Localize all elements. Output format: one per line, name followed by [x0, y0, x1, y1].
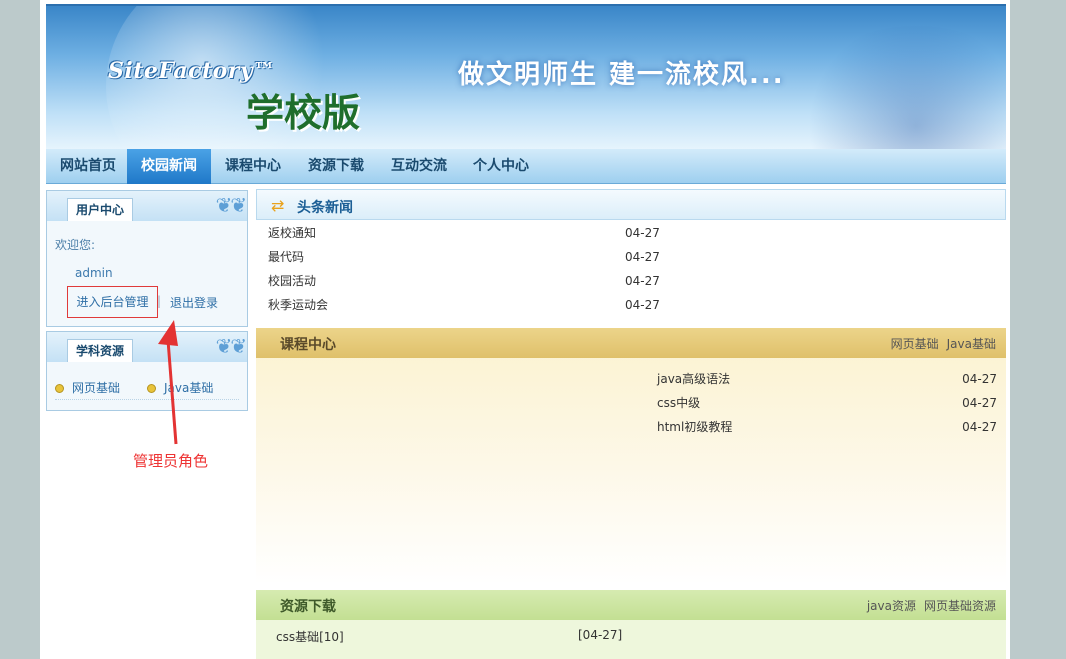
nav-personal-center[interactable]: 个人中心	[473, 149, 529, 184]
admin-backend-link[interactable]: 进入后台管理	[67, 286, 158, 318]
item-date: 04-27	[625, 274, 660, 288]
exchange-arrows-icon: ⇄	[271, 196, 285, 215]
section-title: 头条新闻	[297, 200, 353, 216]
subject-resources-panel: 学科资源 ❦❦ 网页基础 Java基础	[46, 331, 248, 411]
item-date: 04-27	[625, 250, 660, 264]
section-title: 资源下载	[280, 599, 336, 615]
section-links: java资源 网页基础资源	[859, 597, 996, 614]
divider	[55, 399, 239, 400]
subject-item[interactable]: 网页基础	[55, 379, 120, 396]
list-item[interactable]: java高级语法 04-27	[657, 367, 997, 391]
logout-link[interactable]: 退出登录	[170, 294, 218, 311]
item-title: 秋季运动会	[268, 298, 329, 312]
course-center-section: 课程中心 网页基础 Java基础 java高级语法 04-27 css中级 04-27…	[256, 328, 1006, 584]
item-date: 04-27	[625, 298, 660, 312]
user-center-panel: 用户中心 ❦❦ 欢迎您: admin 进入后台管理 | 退出登录	[46, 190, 248, 327]
item-title: java高级语法	[657, 372, 731, 386]
list-item[interactable]: css基础[10] [04-27]	[276, 628, 622, 645]
item-date: 04-27	[962, 396, 997, 410]
nav-interaction[interactable]: 互动交流	[391, 149, 447, 184]
item-title: css基础[10]	[276, 630, 344, 644]
page-container: SiteFactory™ 学校版 做文明师生 建一流校风... 网站首页 校园新…	[40, 0, 1010, 659]
annotation-arrow-icon	[158, 320, 178, 445]
banner-flower	[786, 26, 1006, 149]
item-date: 04-27	[625, 226, 660, 240]
section-title: 课程中心	[280, 337, 336, 353]
nav-course-center[interactable]: 课程中心	[225, 149, 281, 184]
annotation-label: 管理员角色	[133, 452, 209, 470]
list-item[interactable]: 校园活动 04-27	[268, 269, 988, 293]
headline-news-section: ⇄ 头条新闻 返校通知 04-27 最代码 04-27 校园活动 04-27 秋季运动…	[256, 189, 1006, 319]
list-item[interactable]: css中级 04-27	[657, 391, 997, 415]
item-title: 校园活动	[268, 274, 317, 288]
download-link[interactable]: 网页基础资源	[924, 599, 996, 613]
section-header: ⇄ 头条新闻	[256, 189, 1006, 220]
section-header: 资源下载 java资源 网页基础资源	[256, 590, 1006, 620]
welcome-text: 欢迎您:	[55, 238, 96, 252]
list-item[interactable]: 最代码 04-27	[268, 245, 988, 269]
nav-downloads[interactable]: 资源下载	[308, 149, 364, 184]
item-date: 04-27	[962, 372, 997, 386]
list-item[interactable]: html初级教程 04-27	[657, 415, 997, 439]
item-title: html初级教程	[657, 420, 733, 434]
nav-home[interactable]: 网站首页	[50, 149, 124, 184]
panel-header: 学科资源 ❦❦	[47, 332, 247, 362]
subject-label: 网页基础	[72, 381, 121, 395]
item-title: 返校通知	[268, 226, 317, 240]
item-title: 最代码	[268, 250, 305, 264]
section-header: 课程中心 网页基础 Java基础	[256, 328, 1006, 358]
item-title: css中级	[657, 396, 701, 410]
item-date: [04-27]	[578, 628, 623, 642]
site-banner: SiteFactory™ 学校版 做文明师生 建一流校风...	[46, 4, 1006, 149]
username[interactable]: admin	[75, 266, 113, 280]
panel-title: 学科资源	[67, 339, 134, 362]
list-item[interactable]: 返校通知 04-27	[268, 221, 988, 245]
brand-logo: SiteFactory™	[108, 58, 276, 84]
course-link[interactable]: Java基础	[947, 337, 996, 351]
divider: |	[157, 294, 162, 308]
edition-title: 学校版	[246, 90, 361, 135]
bullet-icon	[55, 384, 64, 393]
swirl-ornament-icon: ❦❦	[215, 193, 247, 217]
section-links: 网页基础 Java基础	[883, 335, 996, 352]
course-link[interactable]: 网页基础	[891, 337, 939, 351]
item-date: 04-27	[962, 420, 997, 434]
nav-campus-news[interactable]: 校园新闻	[127, 149, 211, 184]
download-link[interactable]: java资源	[867, 599, 916, 613]
banner-slogan: 做文明师生 建一流校风...	[458, 60, 785, 90]
panel-header: 用户中心 ❦❦	[47, 191, 247, 221]
panel-title: 用户中心	[67, 198, 134, 221]
downloads-section: 资源下载 java资源 网页基础资源 css基础[10] [04-27]	[256, 590, 1006, 659]
main-nav: 网站首页 校园新闻 课程中心 资源下载 互动交流 个人中心	[46, 149, 1006, 184]
list-item[interactable]: 秋季运动会 04-27	[268, 293, 988, 317]
